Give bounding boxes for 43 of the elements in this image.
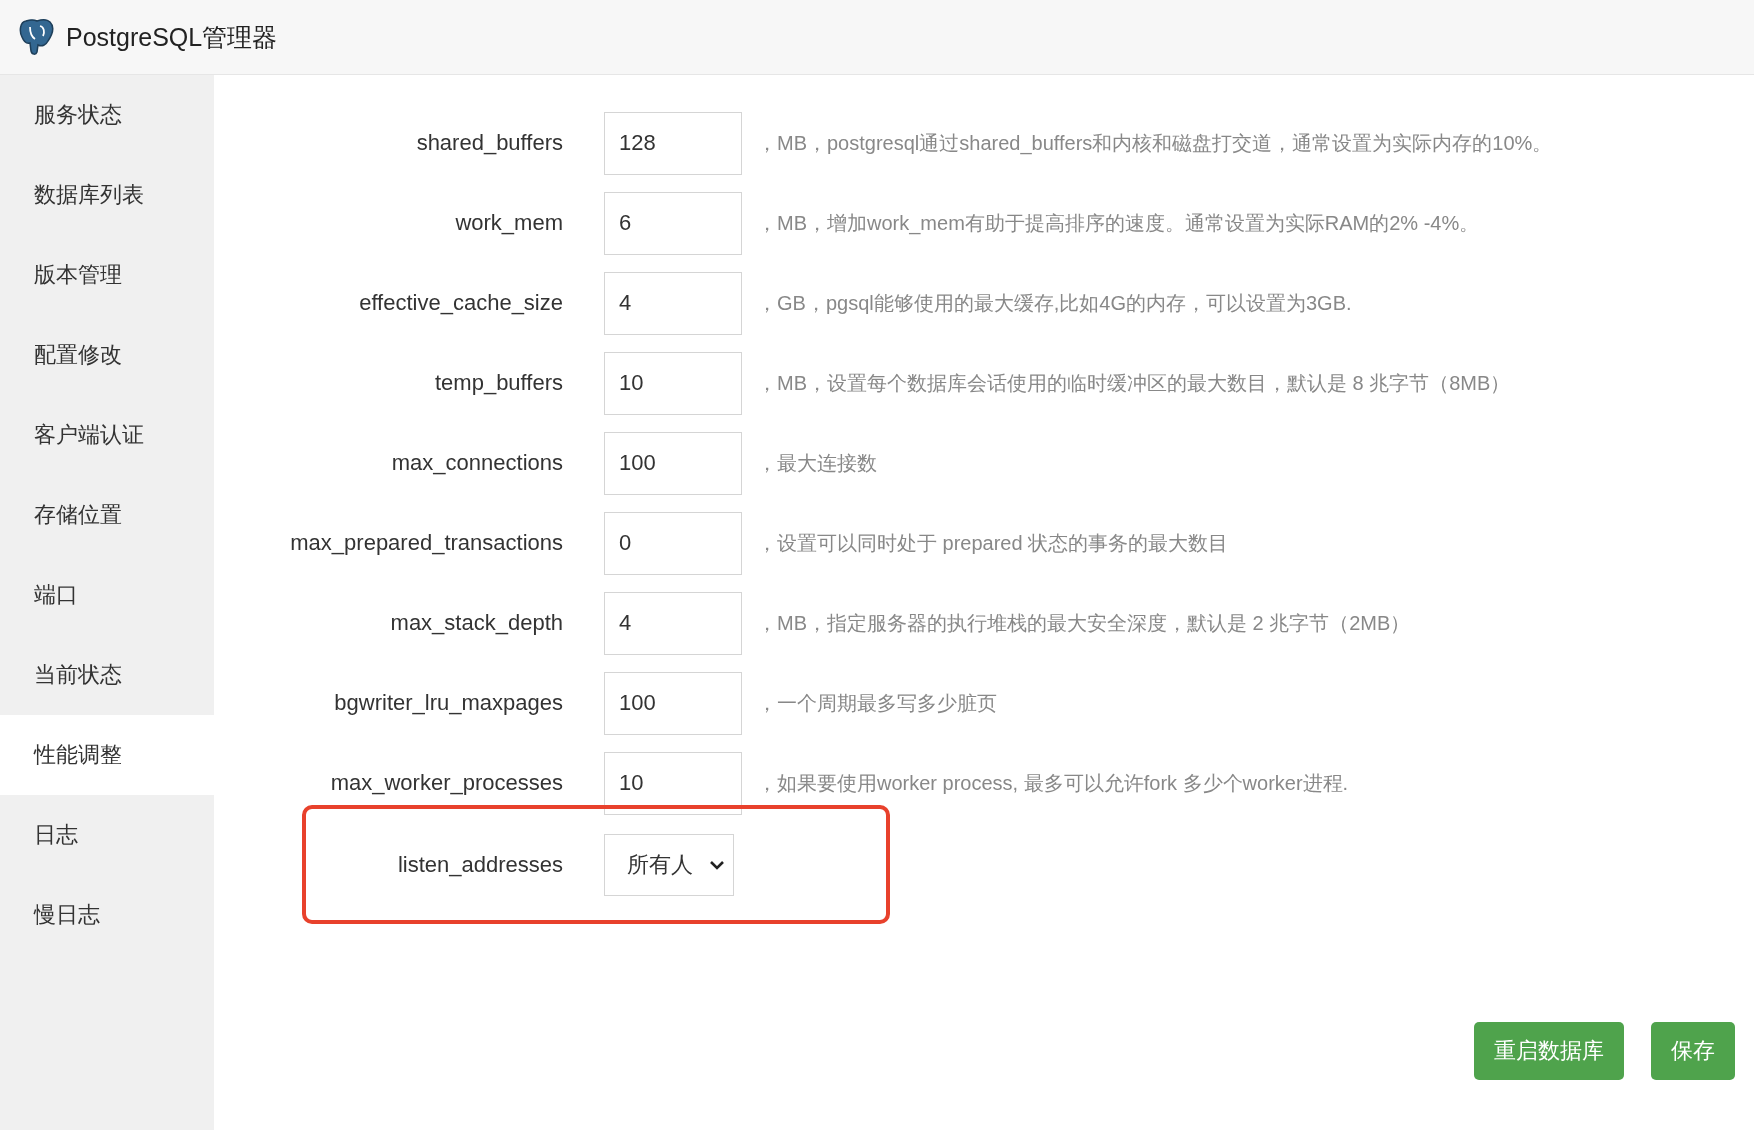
app-title: PostgreSQL管理器 (66, 21, 278, 53)
setting-description: ，一个周期最多写多少脏页 (757, 690, 998, 716)
dropdown[interactable]: 所有人 (604, 833, 734, 896)
elephant-logo-icon (18, 17, 56, 57)
setting-description: ，设置可以同时处于 prepared 状态的事务的最大数目 (757, 530, 1230, 556)
sidebar-item[interactable]: 存储位置 (0, 475, 214, 555)
input-field[interactable]: 10 (604, 351, 742, 415)
setting-label: max_stack_depth (389, 610, 563, 636)
sidebar-item[interactable]: 日志 (0, 795, 214, 875)
setting-label: listen_addresses (396, 851, 563, 878)
input-field[interactable]: 100 (604, 431, 742, 495)
sidebar-item[interactable]: 服务状态 (0, 75, 214, 155)
setting-description: ，MB，指定服务器的执行堆栈的最大安全深度，默认是 2 兆字节（2MB） (757, 610, 1412, 636)
sidebar-item[interactable]: 性能调整 (0, 715, 214, 795)
sidebar-item[interactable]: 数据库列表 (0, 155, 214, 235)
sidebar-item[interactable]: 端口 (0, 555, 214, 635)
chevron-down-icon (709, 859, 725, 870)
setting-description: ，MB，增加work_mem有助于提高排序的速度。通常设置为实际RAM的2% -4%。 (757, 210, 1481, 237)
setting-description: ，GB，pgsql能够使用的最大缓存,比如4G的内存，可以设置为3GB. (757, 290, 1353, 316)
input-field[interactable]: 128 (604, 111, 742, 175)
input-field[interactable]: 4 (604, 591, 742, 655)
setting-label: work_mem (454, 210, 563, 236)
setting-label: max_connections (390, 450, 563, 476)
sidebar-item[interactable]: 客户端认证 (0, 395, 214, 475)
setting-label: shared_buffers (415, 130, 563, 156)
setting-label: max_worker_processes (329, 770, 563, 796)
setting-label: effective_cache_size (358, 290, 563, 316)
setting-label: bgwriter_lru_maxpages (333, 690, 563, 716)
setting-label: max_prepared_transactions (289, 530, 563, 556)
setting-label: temp_buffers (434, 370, 563, 396)
sidebar-item[interactable]: 版本管理 (0, 235, 214, 315)
input-field[interactable]: 6 (604, 191, 742, 255)
setting-description: ，MB，postgresql通过shared_buffers和内核和磁盘打交道，通常设置为实际内存的10%。 (757, 130, 1554, 157)
input-field[interactable]: 4 (604, 271, 742, 335)
setting-description: ，如果要使用worker process, 最多可以允许fork 多少个worker进程. (757, 770, 1350, 796)
sidebar-item[interactable]: 慢日志 (0, 875, 214, 955)
setting-description: ，MB，设置每个数据库会话使用的临时缓冲区的最大数目，默认是 8 兆字节（8MB） (757, 370, 1512, 396)
input-field[interactable]: 10 (604, 751, 742, 815)
sidebar-item[interactable]: 当前状态 (0, 635, 214, 715)
sidebar-item[interactable]: 配置修改 (0, 315, 214, 395)
input-field[interactable]: 0 (604, 511, 742, 575)
setting-description: ，最大连接数 (757, 450, 878, 476)
input-field[interactable]: 100 (604, 671, 742, 735)
